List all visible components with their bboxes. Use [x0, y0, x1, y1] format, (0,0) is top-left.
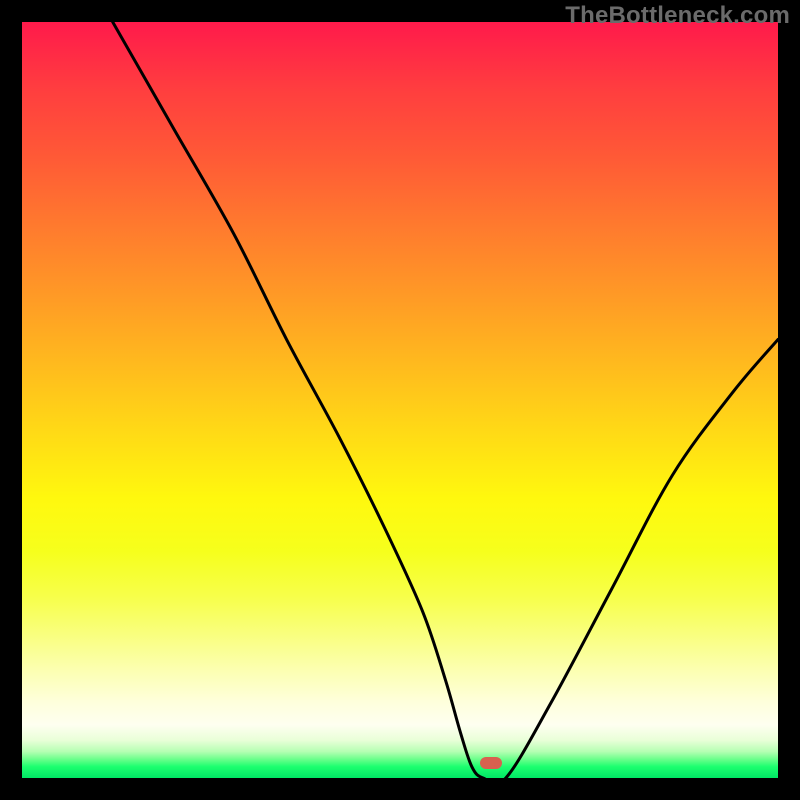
optimal-point-marker	[480, 757, 502, 769]
watermark-text: TheBottleneck.com	[565, 2, 790, 30]
bottleneck-curve	[22, 22, 778, 778]
plot-area	[22, 22, 778, 778]
chart-frame: TheBottleneck.com	[0, 0, 800, 800]
